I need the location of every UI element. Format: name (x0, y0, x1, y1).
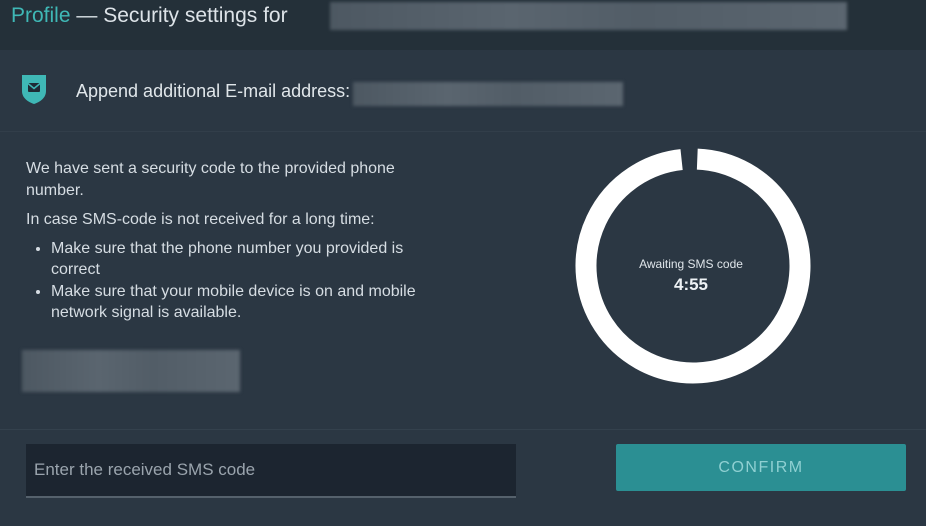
sms-code-input[interactable] (26, 444, 516, 498)
shield-mail-icon (22, 75, 46, 104)
redacted-phone-number (22, 350, 240, 392)
confirm-button[interactable]: CONFIRM (616, 444, 906, 491)
info-tip-item: Make sure that the phone number you prov… (51, 238, 446, 280)
email-row: Append additional E-mail address: (0, 58, 926, 132)
page-title: Profile — Security settings for (11, 3, 288, 29)
page-header: Profile — Security settings for (0, 0, 926, 50)
countdown-label: Awaiting SMS code (639, 257, 743, 271)
sms-info: We have sent a security code to the prov… (26, 158, 446, 324)
email-label: Append additional E-mail address: (76, 81, 351, 101)
info-delay-text: In case SMS-code is not received for a l… (26, 211, 375, 228)
section-divider (0, 429, 926, 430)
info-tip-item: Make sure that your mobile device is on … (51, 281, 446, 323)
info-sent-text: We have sent a security code to the prov… (26, 160, 395, 199)
sms-countdown: Awaiting SMS code 4:55 (575, 148, 815, 388)
redacted-email-value (353, 82, 623, 106)
countdown-timer: 4:55 (673, 275, 709, 294)
redacted-account-name (330, 2, 847, 30)
info-tips-list: Make sure that the phone number you prov… (26, 238, 446, 323)
security-settings-page: Profile — Security settings for Append a… (0, 0, 926, 526)
profile-link[interactable]: Profile (11, 4, 71, 27)
page-title-text: — Security settings for (70, 4, 288, 27)
